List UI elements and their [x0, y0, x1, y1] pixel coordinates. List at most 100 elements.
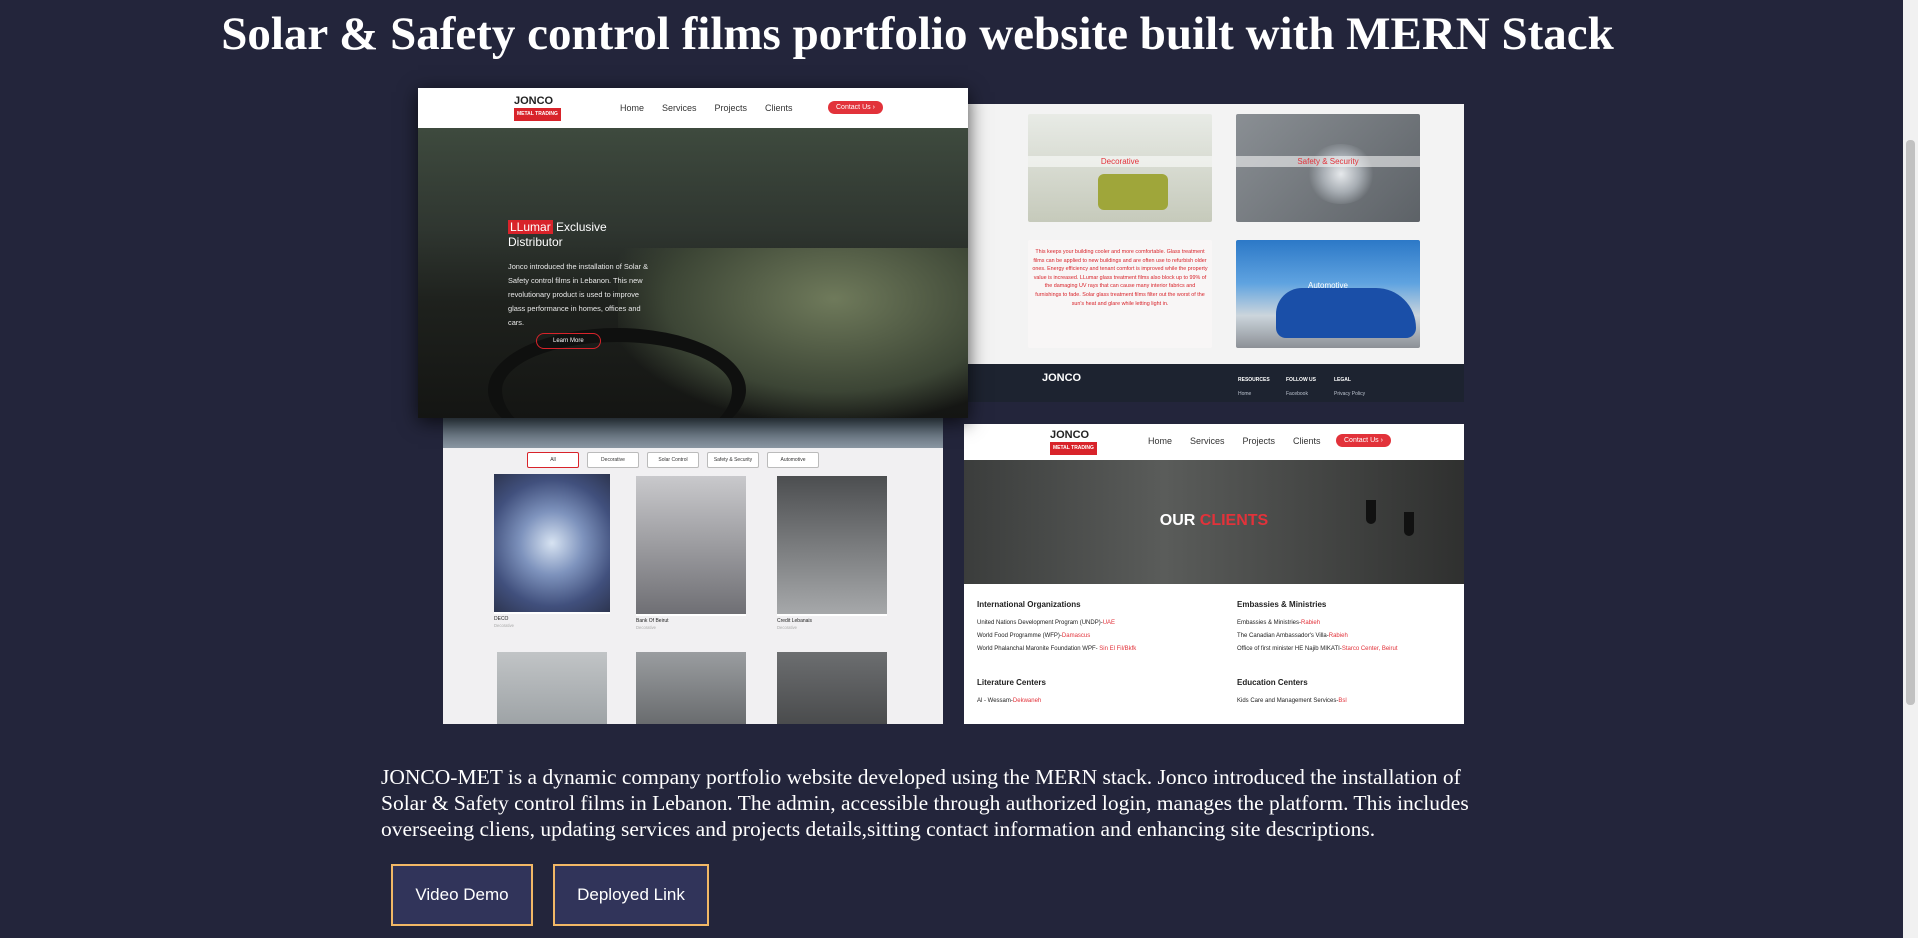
filter-decorative: Decorative [587, 452, 639, 468]
client-item: Office of first minister HE Najib MIKATI… [1237, 643, 1398, 656]
hero-heading: LLumar Exclusive Distributor [508, 220, 658, 250]
client-location: Rabieh [1301, 620, 1321, 626]
nav-links: Home Services Projects Clients [620, 103, 793, 113]
nav-projects: Projects [1242, 436, 1276, 446]
dome-image [494, 474, 610, 612]
filter-all: All [527, 452, 579, 468]
automotive-label: Automotive [1307, 281, 1349, 290]
footer-resources-link: Home [1238, 391, 1252, 397]
project-card [497, 652, 607, 724]
contact-button: Contact Us › [828, 101, 883, 114]
project-image [636, 652, 746, 724]
nav-home: Home [1148, 436, 1173, 446]
site-logo: JONCO METAL TRADING [514, 96, 561, 121]
hero-paragraph: Jonco introduced the installation of Sol… [508, 262, 649, 327]
site-logo-tag: METAL TRADING [514, 108, 561, 121]
nav-links: Home Services Projects Clients [1148, 436, 1321, 446]
decorative-label: Decorative [1028, 156, 1212, 167]
client-location: Dekwaneh [1012, 698, 1042, 704]
project-category: Decorative [636, 625, 657, 630]
nav-clients: Clients [1293, 436, 1321, 446]
site-logo: JONCO METAL TRADING [1050, 430, 1097, 455]
project-image [777, 652, 887, 724]
client-name: Embassies & Ministries- [1237, 620, 1302, 626]
client-name: Office of first minister HE Najib MIKATI… [1237, 646, 1342, 652]
client-name: World Phalanchal Maronite Foundation WPF… [977, 646, 1100, 652]
footer-follow-link: Facebook [1286, 391, 1308, 397]
hero-background: LLumar Exclusive Distributor Jonco intro… [418, 128, 968, 418]
client-item: Embassies & Ministries-Rabieh [1237, 617, 1398, 630]
clients-column-right: Embassies & Ministries Embassies & Minis… [1237, 598, 1398, 708]
learn-more-button: Learn More [536, 333, 601, 349]
client-location: Sin El Fil/Bkfk [1099, 646, 1137, 652]
site-footer: JONCO RESOURCES Home FOLLOW US Facebook … [968, 364, 1464, 402]
project-category: Decorative [777, 625, 798, 630]
footer-follow-heading: FOLLOW US [1286, 377, 1316, 383]
nav-home: Home [620, 103, 645, 113]
nav-projects: Projects [714, 103, 748, 113]
clients-screenshot: JONCO METAL TRADING Home Services Projec… [964, 424, 1464, 724]
client-name: Al - Wessam- [977, 698, 1013, 704]
project-category: Decorative [494, 623, 515, 628]
project-name: Bank Of Beirut [636, 618, 669, 624]
client-name: Kids Care and Management Services- [1237, 698, 1339, 704]
project-card: Bank Of Beirut Decorative [636, 476, 746, 630]
clients-navbar: JONCO METAL TRADING Home Services Projec… [964, 424, 1464, 460]
client-location: Rabieh [1328, 633, 1348, 639]
nav-services: Services [1190, 436, 1225, 446]
safety-card: Safety & Security [1236, 114, 1420, 222]
embassies-heading: Embassies & Ministries [1237, 600, 1327, 609]
client-name: United Nations Development Program (UNDP… [977, 620, 1103, 626]
filter-safety: Safety & Security [707, 452, 759, 468]
projects-screenshot: All Decorative Solar Control Safety & Se… [443, 418, 943, 724]
nav-clients: Clients [765, 103, 793, 113]
site-logo-text: JONCO [514, 95, 554, 107]
project-card: Credit Lebanais Decorative [777, 476, 887, 630]
hero-screenshot: JONCO METAL TRADING Home Services Projec… [418, 88, 968, 418]
services-screenshot: Decorative Safety & Security This keeps … [968, 104, 1464, 402]
screenshot-collage: Decorative Safety & Security This keeps … [418, 88, 1464, 724]
client-item: Kids Care and Management Services-Bsl [1237, 695, 1398, 708]
page-scrollbar[interactable] [1903, 0, 1918, 938]
client-item: World Food Programme (WFP)-Damascus [977, 630, 1136, 643]
projects-header-image [443, 418, 943, 448]
footer-follow: FOLLOW US Facebook [1286, 373, 1316, 401]
footer-legal-link: Privacy Policy [1334, 391, 1366, 397]
education-heading: Education Centers [1237, 678, 1308, 687]
deployed-link-button[interactable]: Deployed Link [553, 864, 709, 926]
project-card: DECO Decorative [494, 474, 610, 628]
decorative-card: Decorative [1028, 114, 1212, 222]
project-filters: All Decorative Solar Control Safety & Se… [527, 452, 819, 468]
bank-image [636, 476, 746, 614]
international-heading: International Organizations [977, 600, 1081, 609]
filter-automotive: Automotive [767, 452, 819, 468]
footer-legal-heading: LEGAL [1334, 377, 1351, 383]
clients-column-left: International Organizations United Natio… [977, 598, 1136, 708]
automotive-card: Automotive [1236, 240, 1420, 348]
car-image [1276, 288, 1416, 338]
filter-solar: Solar Control [647, 452, 699, 468]
client-item: World Phalanchal Maronite Foundation WPF… [977, 643, 1136, 656]
client-item: United Nations Development Program (UNDP… [977, 617, 1136, 630]
client-name: The Canadian Ambassador's Villa- [1237, 633, 1329, 639]
client-location: UAE [1102, 620, 1116, 626]
site-logo-tag: METAL TRADING [1050, 442, 1097, 455]
footer-resources: RESOURCES Home [1238, 373, 1270, 401]
literature-heading: Literature Centers [977, 678, 1046, 687]
solar-text-card: This keeps your building cooler and more… [1028, 240, 1212, 348]
client-location: Damascus [1061, 633, 1091, 639]
footer-legal: LEGAL Privacy Policy [1334, 373, 1365, 401]
clients-banner: OUR CLIENTS [964, 460, 1464, 584]
contact-button: Contact Us › [1336, 434, 1391, 447]
scrollbar-thumb[interactable] [1906, 140, 1915, 705]
video-demo-button[interactable]: Video Demo [391, 864, 533, 926]
project-card [777, 652, 887, 724]
footer-resources-heading: RESOURCES [1238, 377, 1270, 383]
clients-title: OUR CLIENTS [964, 512, 1464, 530]
project-description: JONCO-MET is a dynamic company portfolio… [381, 765, 1469, 841]
credit-image [777, 476, 887, 614]
nav-services: Services [662, 103, 697, 113]
client-item: The Canadian Ambassador's Villa-Rabieh [1237, 630, 1398, 643]
